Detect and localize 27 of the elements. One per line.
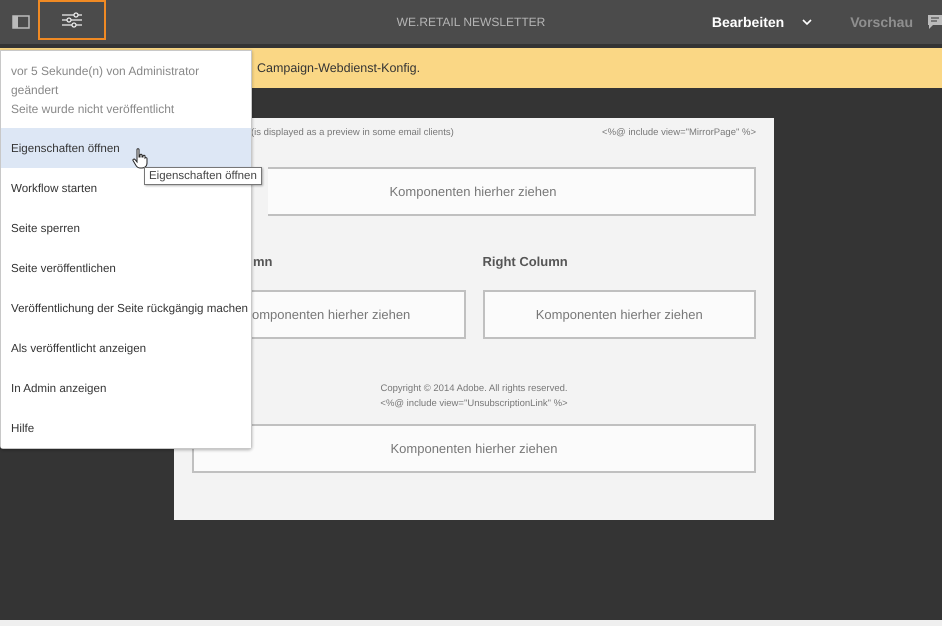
footer-text: Copyright © 2014 Adobe. All rights reserved.	[380, 383, 568, 394]
menu-item[interactable]: Hilfe	[1, 408, 251, 448]
menu-item[interactable]: In Admin anzeigen	[1, 368, 251, 408]
panel-toggle-icon[interactable]	[12, 14, 30, 30]
annotation-icon[interactable]	[928, 14, 942, 30]
hand-cursor-icon	[132, 148, 148, 169]
footer-text: <%@ include view="UnsubscriptionLink" %>	[380, 398, 568, 409]
drop-zone[interactable]: Komponenten hierher ziehen	[192, 424, 756, 473]
menu-item[interactable]: Veröffentlichung der Seite rückgängig machen	[1, 288, 251, 328]
page-information-button[interactable]	[38, 0, 106, 40]
chevron-down-icon[interactable]	[802, 18, 812, 26]
menu-item[interactable]: Seite sperren	[1, 208, 251, 248]
column-heading: mn	[253, 254, 272, 269]
menu-item[interactable]: Als veröffentlicht anzeigen	[1, 328, 251, 368]
drop-zone[interactable]: Komponenten hierher ziehen	[482, 290, 756, 339]
warning-message: Campaign-Webdienst-Konfig.	[257, 61, 420, 75]
mode-selector[interactable]: Bearbeiten	[712, 14, 784, 30]
include-code: <%@ include view="MirrorPage" %>	[602, 127, 756, 140]
column-heading: Right Column	[482, 254, 568, 269]
status-text: vor 5 Sekunde(n) von Administrator geändert	[11, 63, 200, 99]
menu-item[interactable]: Seite veröffentlichen	[1, 248, 251, 288]
menu-item[interactable]: Eigenschaften öffnen	[1, 128, 251, 168]
sliders-icon	[61, 12, 83, 28]
page-title: WE.RETAIL NEWSLETTER	[396, 15, 546, 29]
drop-zone[interactable]: Komponenten hierher ziehen	[268, 167, 756, 216]
status-text: Seite wurde nicht veröffentlicht	[11, 101, 176, 118]
tooltip: Eigenschaften öffnen	[144, 167, 262, 185]
